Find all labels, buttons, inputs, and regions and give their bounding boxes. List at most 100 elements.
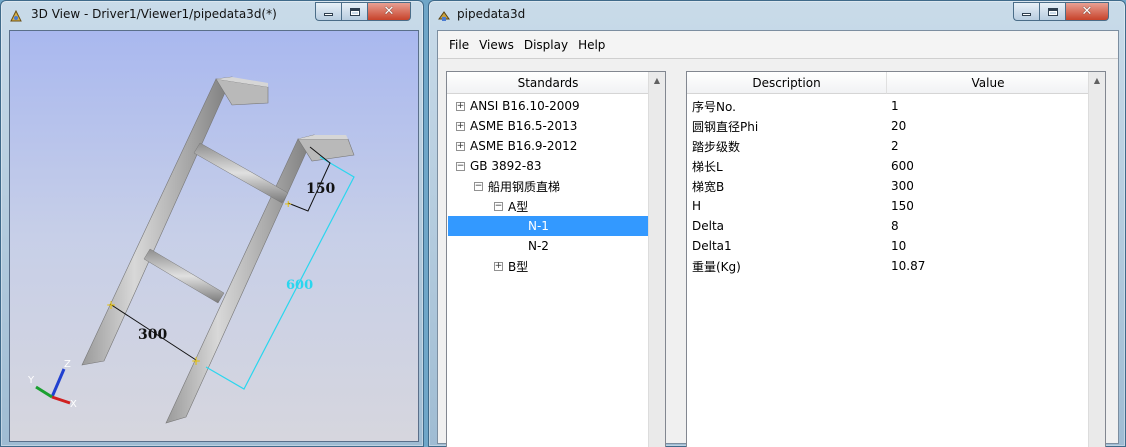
standards-scrollbar[interactable]: ▲ ▼: [648, 72, 665, 447]
pipedata-title: pipedata3d: [457, 7, 526, 21]
table-row[interactable]: Delta1 10: [688, 236, 1087, 256]
tree-item-label: B型: [508, 259, 529, 274]
tree-item-label: A型: [508, 199, 529, 214]
tree-item[interactable]: − 船用钢质直梯: [448, 176, 650, 196]
table-row[interactable]: 梯宽B 300: [688, 176, 1087, 196]
properties-table: Description Value 序号No. 1 圆钢直径Phi 20 踏步级数 2 梯长…: [686, 71, 1106, 447]
cell-value[interactable]: 10: [887, 239, 1087, 253]
viewer-window: 3D View - Driver1/Viewer1/pipedata3d(*) …: [0, 0, 424, 447]
standards-tree[interactable]: Standards + ANSI B16.10-2009 + ASME B16.5-2…: [446, 71, 666, 447]
menu-bar: File Views Display Help: [438, 31, 1118, 59]
axis-y-label: Y: [27, 375, 35, 386]
dimension-width-label: 300: [138, 327, 167, 343]
dimension-height-label: 150: [306, 181, 335, 197]
close-button[interactable]: ✕: [367, 2, 411, 21]
viewer-caption-buttons: ✕: [315, 2, 411, 21]
expand-icon[interactable]: +: [456, 101, 465, 111]
cell-description: 梯宽B: [692, 179, 725, 194]
tree-item-label: N-1: [528, 219, 549, 233]
cell-value[interactable]: 20: [887, 119, 1087, 133]
maximize-icon: [1047, 7, 1058, 16]
app-icon: [438, 11, 450, 21]
pick-marker: +: [284, 199, 292, 210]
close-icon: ✕: [383, 4, 395, 19]
cell-value[interactable]: 1: [887, 99, 1087, 113]
collapse-icon[interactable]: −: [494, 201, 503, 211]
cell-value[interactable]: 2: [887, 139, 1087, 153]
pipedata-client-area: File Views Display Help Standards + ANSI …: [437, 30, 1119, 447]
table-row[interactable]: 圆钢直径Phi 20: [688, 116, 1087, 136]
scroll-down-icon[interactable]: ▼: [649, 442, 665, 447]
minimize-button[interactable]: [315, 2, 341, 21]
tree-item-label: ASME B16.9-2012: [470, 139, 578, 153]
table-row[interactable]: 踏步级数 2: [688, 136, 1087, 156]
table-row[interactable]: 序号No. 1: [688, 96, 1087, 116]
tree-item[interactable]: − A型: [448, 196, 650, 216]
standards-header[interactable]: Standards: [447, 72, 649, 94]
tree-item[interactable]: − GB 3892-83: [448, 156, 650, 176]
viewer-titlebar[interactable]: 3D View - Driver1/Viewer1/pipedata3d(*) …: [1, 1, 423, 29]
cell-description: 梯长L: [692, 159, 723, 174]
close-icon: ✕: [1081, 4, 1093, 19]
minimize-icon: [1022, 13, 1031, 16]
close-button[interactable]: ✕: [1065, 2, 1109, 21]
tree-item[interactable]: N-2: [448, 236, 650, 256]
expand-icon[interactable]: +: [456, 121, 465, 131]
maximize-icon: [349, 7, 360, 16]
ladder-left-rail: [81, 76, 269, 366]
cell-value[interactable]: 8: [887, 219, 1087, 233]
pick-marker: +: [191, 354, 201, 368]
pipedata-caption-buttons: ✕: [1013, 2, 1109, 21]
cell-description: 重量(Kg): [692, 259, 741, 274]
axis-triad: Z X Y: [27, 359, 77, 410]
tree-item[interactable]: + ASME B16.5-2013: [448, 116, 650, 136]
cell-value[interactable]: 10.87: [887, 259, 1087, 273]
tree-item-label: GB 3892-83: [470, 159, 542, 173]
cell-value[interactable]: 150: [887, 199, 1087, 213]
minimize-button[interactable]: [1013, 2, 1039, 21]
pick-marker: +: [106, 298, 116, 312]
menu-display[interactable]: Display: [519, 38, 573, 52]
tree-item-label: ANSI B16.10-2009: [470, 99, 580, 113]
cell-description: 序号No.: [692, 99, 736, 114]
tree-item[interactable]: + ASME B16.9-2012: [448, 136, 650, 156]
ladder-model: 600 150 300 + + + Z X Y: [27, 76, 355, 424]
table-row[interactable]: H 150: [688, 196, 1087, 216]
cell-value[interactable]: 300: [887, 179, 1087, 193]
tree-item[interactable]: + B型: [448, 256, 650, 276]
tree-item[interactable]: N-1: [448, 216, 650, 236]
properties-scrollbar[interactable]: ▲ ▼: [1088, 72, 1105, 447]
expand-icon[interactable]: +: [494, 261, 503, 271]
scroll-down-icon[interactable]: ▼: [1089, 442, 1105, 447]
tree-item[interactable]: + ANSI B16.10-2009: [448, 96, 650, 116]
scroll-up-icon[interactable]: ▲: [649, 72, 665, 89]
menu-file[interactable]: File: [444, 38, 474, 52]
tree-item-label: 船用钢质直梯: [488, 179, 561, 194]
minimize-icon: [324, 13, 333, 16]
column-header-value[interactable]: Value: [887, 72, 1089, 94]
dimension-length-label: 600: [286, 278, 313, 293]
viewer-title: 3D View - Driver1/Viewer1/pipedata3d(*): [31, 7, 277, 21]
collapse-icon[interactable]: −: [456, 161, 465, 171]
cell-description: Delta1: [692, 239, 732, 253]
expand-icon[interactable]: +: [456, 141, 465, 151]
table-row[interactable]: Delta 8: [688, 216, 1087, 236]
table-row[interactable]: 重量(Kg) 10.87: [688, 256, 1087, 276]
column-header-description[interactable]: Description: [687, 72, 887, 94]
scroll-up-icon[interactable]: ▲: [1089, 72, 1105, 89]
pipedata-titlebar[interactable]: pipedata3d ✕: [429, 1, 1125, 29]
app-icon: [10, 9, 22, 22]
maximize-button[interactable]: [341, 2, 367, 21]
cell-value[interactable]: 600: [887, 159, 1087, 173]
collapse-icon[interactable]: −: [474, 181, 483, 191]
tree-item-label: N-2: [528, 239, 549, 253]
maximize-button[interactable]: [1039, 2, 1065, 21]
cell-description: 圆钢直径Phi: [692, 119, 759, 134]
axis-z-label: Z: [64, 359, 71, 370]
table-row[interactable]: 梯长L 600: [688, 156, 1087, 176]
cell-description: 踏步级数: [692, 139, 741, 154]
menu-views[interactable]: Views: [474, 38, 519, 52]
menu-help[interactable]: Help: [573, 38, 610, 52]
3d-viewport[interactable]: 600 150 300 + + + Z X Y: [9, 30, 419, 442]
cell-description: H: [692, 199, 702, 213]
